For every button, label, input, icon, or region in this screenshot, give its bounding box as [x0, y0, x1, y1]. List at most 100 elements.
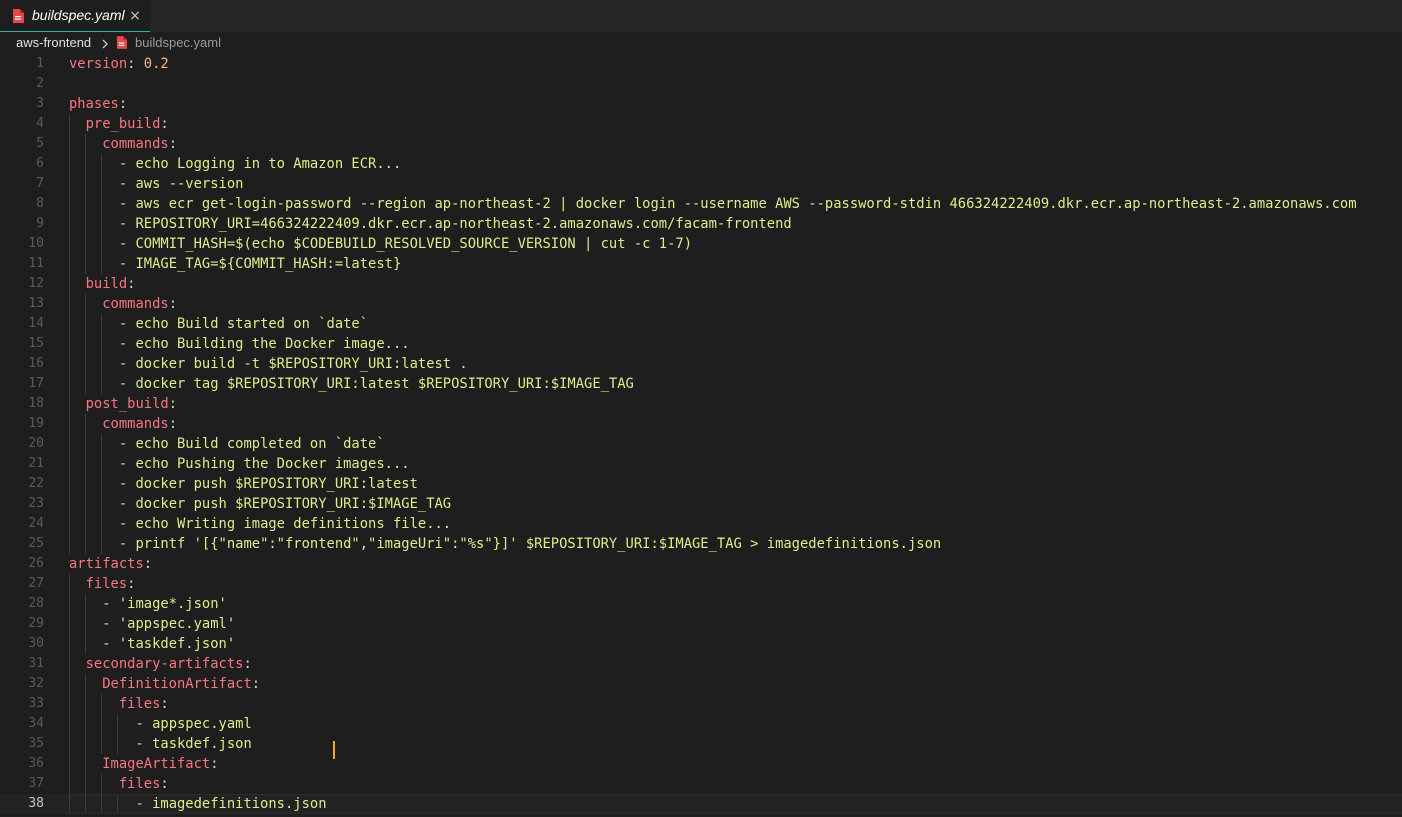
breadcrumb-folder[interactable]: aws-frontend [16, 35, 91, 50]
line-number: 28 [28, 596, 44, 611]
code-line[interactable]: 16 - docker build -t $REPOSITORY_URI:lat… [0, 354, 1402, 374]
code-line[interactable]: 37 files: [0, 774, 1402, 794]
code-line[interactable]: 32 DefinitionArtifact: [0, 674, 1402, 694]
code-line[interactable]: 10 - COMMIT_HASH=$(echo $CODEBUILD_RESOL… [0, 234, 1402, 254]
code-text: - 'appspec.yaml' [102, 616, 236, 632]
code-line[interactable]: 23 - docker push $REPOSITORY_URI:$IMAGE_… [0, 494, 1402, 514]
code-line[interactable]: 14 - echo Build started on `date` [0, 314, 1402, 334]
code-line[interactable]: 5 commands: [0, 134, 1402, 154]
indent-guide [117, 714, 119, 754]
code-line[interactable]: 15 - echo Building the Docker image... [0, 334, 1402, 354]
indent-guide [101, 694, 103, 754]
indent-guide [117, 794, 119, 814]
yaml-key: files [85, 576, 128, 592]
line-number: 27 [28, 576, 44, 591]
line-number: 21 [28, 456, 44, 471]
code-line[interactable]: 20 - echo Build completed on `date` [0, 434, 1402, 454]
close-icon[interactable]: × [128, 6, 142, 26]
line-number: 17 [28, 376, 44, 391]
code-text: files: [85, 576, 136, 592]
line-number: 18 [28, 396, 44, 411]
yaml-value: aws ecr get-login-password --region ap-n… [135, 196, 1357, 212]
code-text: - echo Writing image definitions file... [118, 516, 452, 532]
line-number: 24 [28, 516, 44, 531]
yaml-number: 0.2 [143, 56, 169, 72]
line-number: 10 [28, 236, 44, 251]
indent-guide [69, 114, 70, 554]
code-line[interactable]: 22 - docker push $REPOSITORY_URI:latest [0, 474, 1402, 494]
yaml-key: phases [69, 96, 119, 112]
line-number: 11 [28, 256, 44, 271]
tab-buildspec[interactable]: buildspec.yaml × [0, 0, 150, 32]
line-number: 25 [28, 536, 44, 551]
code-line[interactable]: 12 build: [0, 274, 1402, 294]
indent-guide [101, 774, 103, 814]
line-number: 16 [28, 356, 44, 371]
code-text: - printf '[{"name":"frontend","imageUri"… [118, 536, 942, 552]
code-text: files: [118, 776, 169, 792]
code-text: pre_build: [85, 116, 169, 132]
line-number: 29 [28, 616, 44, 631]
yaml-key: secondary-artifacts [85, 656, 244, 672]
code-line[interactable]: 24 - echo Writing image definitions file… [0, 514, 1402, 534]
code-line[interactable]: 30 - 'taskdef.json' [0, 634, 1402, 654]
code-line[interactable]: 19 commands: [0, 414, 1402, 434]
code-editor[interactable]: 1 version: 0.2 2 3 phases: 4 pre_build: 5 comm… [0, 54, 1402, 817]
yaml-key: files [118, 696, 161, 712]
code-line[interactable]: 2 [0, 74, 1402, 94]
code-text: build: [85, 276, 136, 292]
code-line[interactable]: 26 artifacts: [0, 554, 1402, 574]
yaml-value: echo Build completed on `date` [135, 436, 385, 452]
code-line[interactable]: 36 ImageArtifact: [0, 754, 1402, 774]
yaml-value: COMMIT_HASH=$(echo $CODEBUILD_RESOLVED_S… [135, 236, 692, 252]
code-text: post_build: [85, 396, 178, 412]
line-number: 1 [36, 56, 44, 71]
code-line[interactable]: 17 - docker tag $REPOSITORY_URI:latest $… [0, 374, 1402, 394]
code-line[interactable]: 31 secondary-artifacts: [0, 654, 1402, 674]
code-line[interactable]: 3 phases: [0, 94, 1402, 114]
code-text: - REPOSITORY_URI=466324222409.dkr.ecr.ap… [118, 216, 792, 232]
line-number: 12 [28, 276, 44, 291]
yaml-value: echo Build started on `date` [135, 316, 369, 332]
code-text: - appspec.yaml [135, 716, 252, 732]
code-line[interactable]: 7 - aws --version [0, 174, 1402, 194]
code-line[interactable]: 4 pre_build: [0, 114, 1402, 134]
breadcrumb-file[interactable]: buildspec.yaml [135, 35, 221, 50]
code-line[interactable]: 1 version: 0.2 [0, 54, 1402, 74]
line-number: 3 [36, 96, 44, 111]
code-text: - imagedefinitions.json [135, 796, 327, 812]
code-line[interactable]: 18 post_build: [0, 394, 1402, 414]
code-line[interactable]: 9 - REPOSITORY_URI=466324222409.dkr.ecr.… [0, 214, 1402, 234]
yaml-value: aws --version [135, 176, 244, 192]
code-text: secondary-artifacts: [85, 656, 252, 672]
code-text: - echo Logging in to Amazon ECR... [118, 156, 402, 172]
code-line[interactable]: 8 - aws ecr get-login-password --region … [0, 194, 1402, 214]
code-line[interactable]: 25 - printf '[{"name":"frontend","imageU… [0, 534, 1402, 554]
code-line[interactable]: 29 - 'appspec.yaml' [0, 614, 1402, 634]
code-text: - docker push $REPOSITORY_URI:latest [118, 476, 418, 492]
code-line[interactable]: 6 - echo Logging in to Amazon ECR... [0, 154, 1402, 174]
code-line[interactable]: 28 - 'image*.json' [0, 594, 1402, 614]
yaml-value: echo Logging in to Amazon ECR... [135, 156, 402, 172]
code-line[interactable]: 27 files: [0, 574, 1402, 594]
code-text: - echo Build completed on `date` [118, 436, 385, 452]
yaml-value: 'image*.json' [118, 596, 227, 612]
yaml-value: 'appspec.yaml' [118, 616, 236, 632]
code-line[interactable]: 38 - imagedefinitions.json [0, 794, 1402, 814]
code-line[interactable]: 34 - appspec.yaml [0, 714, 1402, 734]
code-line[interactable]: 33 files: [0, 694, 1402, 714]
code-text: artifacts: [69, 556, 153, 572]
code-text: files: [118, 696, 169, 712]
code-line[interactable]: 35 - taskdef.json [0, 734, 1402, 754]
code-text: version: 0.2 [69, 56, 169, 72]
code-line[interactable]: 11 - IMAGE_TAG=${COMMIT_HASH:=latest} [0, 254, 1402, 274]
indent-guide [85, 134, 87, 274]
yaml-value: docker tag $REPOSITORY_URI:latest $REPOS… [135, 376, 634, 392]
line-number: 6 [36, 156, 44, 171]
code-line[interactable]: 21 - echo Pushing the Docker images... [0, 454, 1402, 474]
code-text: - echo Build started on `date` [118, 316, 369, 332]
line-number: 19 [28, 416, 44, 431]
code-text: - taskdef.json [135, 736, 252, 752]
yaml-file-icon [116, 36, 127, 49]
code-line[interactable]: 13 commands: [0, 294, 1402, 314]
